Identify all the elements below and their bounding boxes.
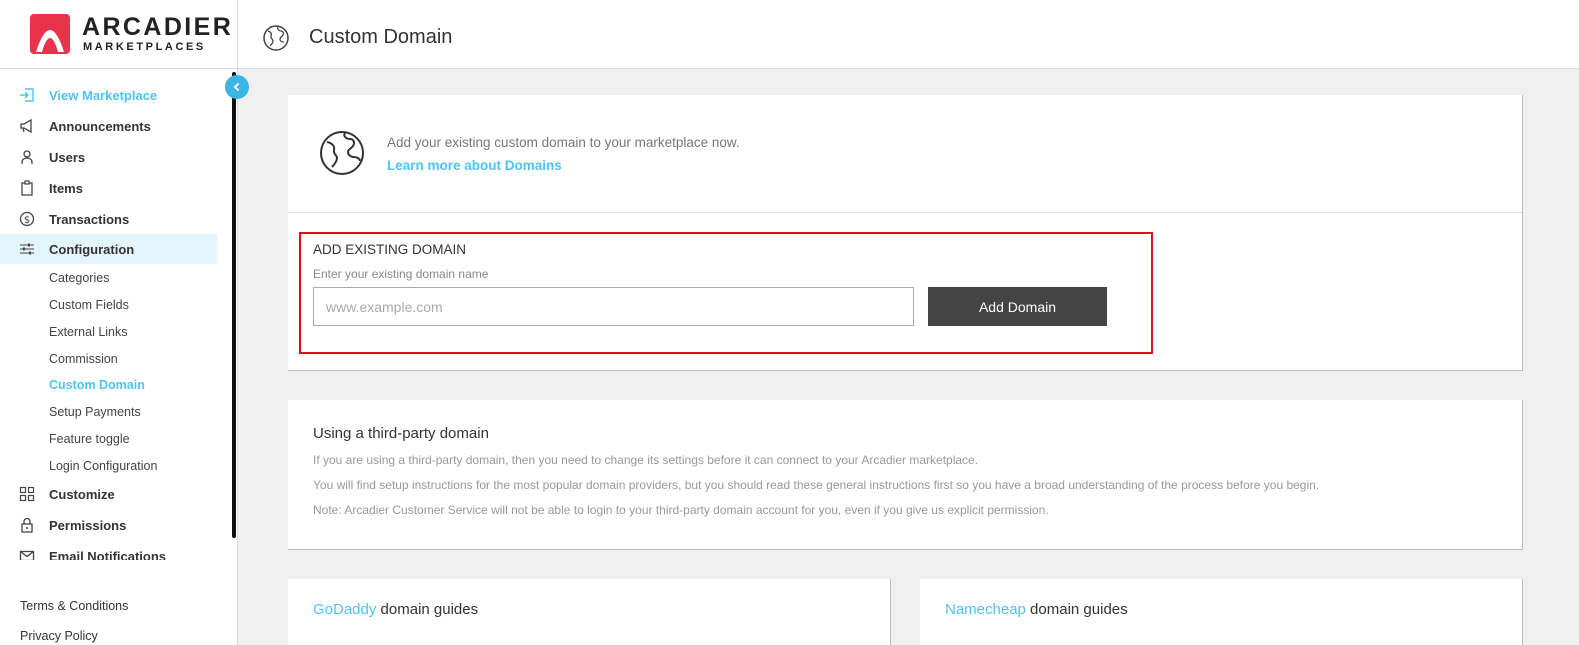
third-party-domain-card: Using a third-party domain If you are us… [288,400,1523,550]
intro-text: Add your existing custom domain to your … [387,135,740,150]
namecheap-guide-title: Namecheap domain guides [945,601,1128,618]
intro-section: Add your existing custom domain to your … [288,95,1522,213]
chevron-left-icon [233,82,240,92]
sidebar-scrollbar[interactable] [232,72,236,538]
learn-more-link[interactable]: Learn more about Domains [387,158,562,173]
sidebar-item-label: Announcements [49,118,151,134]
sidebar-item-announcements[interactable]: Announcements [0,111,217,141]
svg-text:$: $ [24,215,30,226]
sidebar-item-label: Customize [49,486,115,502]
sidebar-item-items[interactable]: Items [0,173,217,203]
globe-icon [320,131,364,175]
page-title: Custom Domain [309,26,453,48]
third-party-text: If you are using a third-party domain, t… [313,453,979,467]
megaphone-icon [20,118,32,134]
logo-name: ARCADIER [82,13,234,41]
sidebar-subitem-custom-domain[interactable]: Custom Domain [49,378,145,392]
login-arrow-icon [20,88,34,102]
sliders-icon [20,243,34,255]
arcadier-logo[interactable]: ARCADIER MARKETPLACES [30,13,231,58]
terms-link[interactable]: Terms & Conditions [20,599,128,613]
logo-subtitle: MARKETPLACES [83,41,206,53]
clipboard-icon [21,180,33,196]
sidebar: ARCADIER MARKETPLACES View Marketplace A… [0,0,238,645]
privacy-link[interactable]: Privacy Policy [20,629,98,643]
sidebar-item-permissions[interactable]: Permissions [0,510,217,540]
sidebar-item-users[interactable]: Users [0,142,217,172]
sidebar-item-view-marketplace[interactable]: View Marketplace [0,80,217,110]
namecheap-link[interactable]: Namecheap [945,601,1026,618]
sidebar-subitem-external-links[interactable]: External Links [49,325,128,339]
user-icon [21,150,33,164]
godaddy-link[interactable]: GoDaddy [313,601,376,618]
sidebar-item-configuration[interactable]: Configuration [0,234,217,264]
add-domain-help-label: Enter your existing domain name [313,267,489,281]
arcadier-logo-icon [30,14,70,54]
guide-suffix: domain guides [376,601,479,618]
third-party-text: Note: Arcadier Customer Service will not… [313,503,1049,517]
sidebar-item-customize[interactable]: Customize [0,479,217,509]
custom-domain-card: Add your existing custom domain to your … [288,95,1523,371]
guide-suffix: domain guides [1025,601,1128,618]
lock-icon [21,517,33,533]
sidebar-subitem-custom-fields[interactable]: Custom Fields [49,298,129,312]
globe-icon [263,25,289,51]
sidebar-item-email-notifications[interactable]: Email Notifications [0,541,217,560]
sidebar-subitem-setup-payments[interactable]: Setup Payments [49,405,141,419]
sidebar-item-label: Transactions [49,211,130,227]
envelope-icon [19,550,35,560]
sidebar-subitem-categories[interactable]: Categories [49,271,109,285]
sidebar-item-label: Email Notifications [49,548,167,561]
namecheap-guide-card[interactable]: Namecheap domain guides [920,579,1523,645]
add-existing-domain-section: ADD EXISTING DOMAIN Enter your existing … [299,232,1153,354]
godaddy-guide-title: GoDaddy domain guides [313,601,478,618]
page-header: Custom Domain [238,0,1579,69]
sidebar-item-label: Permissions [49,517,127,533]
sidebar-item-label: Users [49,149,86,165]
sidebar-subitem-commission[interactable]: Commission [49,352,118,366]
sidebar-nav: View Marketplace Announcements Users Ite… [0,80,230,560]
sidebar-subitem-feature-toggle[interactable]: Feature toggle [49,432,130,446]
dollar-circle-icon: $ [19,211,35,227]
sidebar-divider [0,68,238,69]
add-domain-button[interactable]: Add Domain [928,287,1107,326]
godaddy-guide-card[interactable]: GoDaddy domain guides [288,579,891,645]
third-party-title: Using a third-party domain [313,425,489,442]
sidebar-item-transactions[interactable]: $ Transactions [0,204,217,234]
sidebar-subitem-login-configuration[interactable]: Login Configuration [49,459,157,473]
grid-icon [19,486,35,502]
add-domain-title: ADD EXISTING DOMAIN [313,242,467,257]
domain-name-input[interactable] [313,287,914,326]
sidebar-item-label: View Marketplace [49,87,158,103]
sidebar-item-label: Items [49,180,83,196]
collapse-sidebar-button[interactable] [225,75,249,99]
sidebar-item-label: Configuration [49,241,135,257]
third-party-text: You will find setup instructions for the… [313,478,1320,492]
